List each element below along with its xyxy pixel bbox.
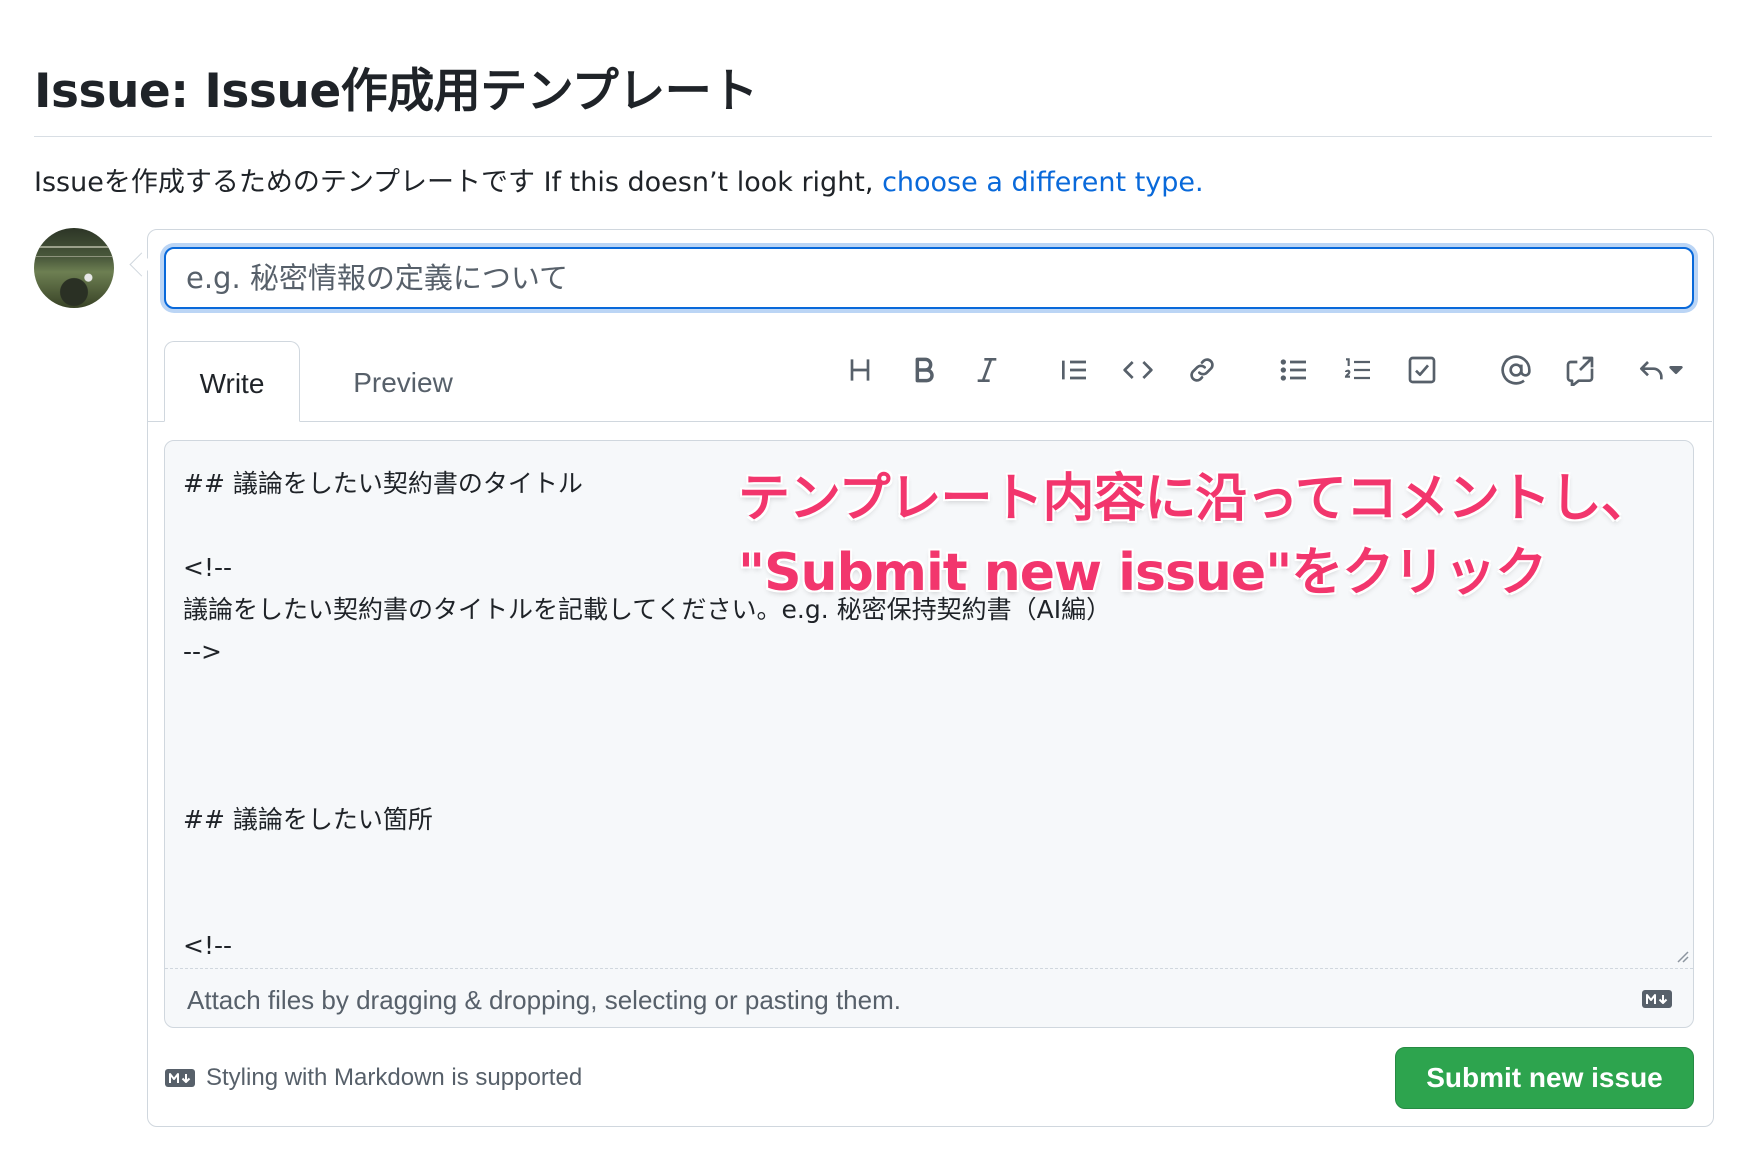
avatar[interactable] <box>34 228 114 308</box>
heading-icon[interactable] <box>838 348 882 392</box>
italic-icon[interactable] <box>965 348 1009 392</box>
resize-handle-icon[interactable] <box>1675 949 1689 963</box>
bold-icon[interactable] <box>902 348 946 392</box>
page-title: Issue: Issue作成用テンプレート <box>34 64 758 119</box>
link-icon[interactable] <box>1180 348 1224 392</box>
markdown-icon <box>1642 990 1672 1008</box>
bulleted-list-icon[interactable] <box>1272 348 1316 392</box>
numbered-list-icon[interactable] <box>1336 348 1380 392</box>
markdown-supported-note[interactable]: Styling with Markdown is supported <box>164 1064 582 1092</box>
template-description-text: Issueを作成するためのテンプレートです If this doesn’t lo… <box>34 167 883 198</box>
markdown-icon <box>165 1069 195 1087</box>
task-list-icon[interactable] <box>1400 348 1444 392</box>
template-description: Issueを作成するためのテンプレートです If this doesn’t lo… <box>34 160 1204 199</box>
mention-icon[interactable] <box>1494 348 1538 392</box>
issue-title-input[interactable] <box>164 247 1694 309</box>
saved-replies-icon[interactable] <box>1630 348 1690 392</box>
attach-files-hint[interactable]: Attach files by dragging & dropping, sel… <box>187 985 901 1016</box>
tab-preview[interactable]: Preview <box>330 341 476 421</box>
cross-reference-icon[interactable] <box>1558 348 1602 392</box>
code-icon[interactable] <box>1116 348 1160 392</box>
choose-different-type-link[interactable]: choose a different type. <box>882 167 1204 198</box>
attach-divider <box>165 968 1693 969</box>
annotation-line-2: "Submit new issue"をクリック <box>738 543 1547 603</box>
tab-write[interactable]: Write <box>164 341 300 422</box>
markdown-note-text: Styling with Markdown is supported <box>206 1064 583 1091</box>
annotation-line-1: テンプレート内容に沿ってコメントし、 <box>738 469 1653 529</box>
submit-new-issue-button[interactable]: Submit new issue <box>1395 1047 1694 1109</box>
title-divider <box>34 136 1712 137</box>
quote-icon[interactable] <box>1052 348 1096 392</box>
